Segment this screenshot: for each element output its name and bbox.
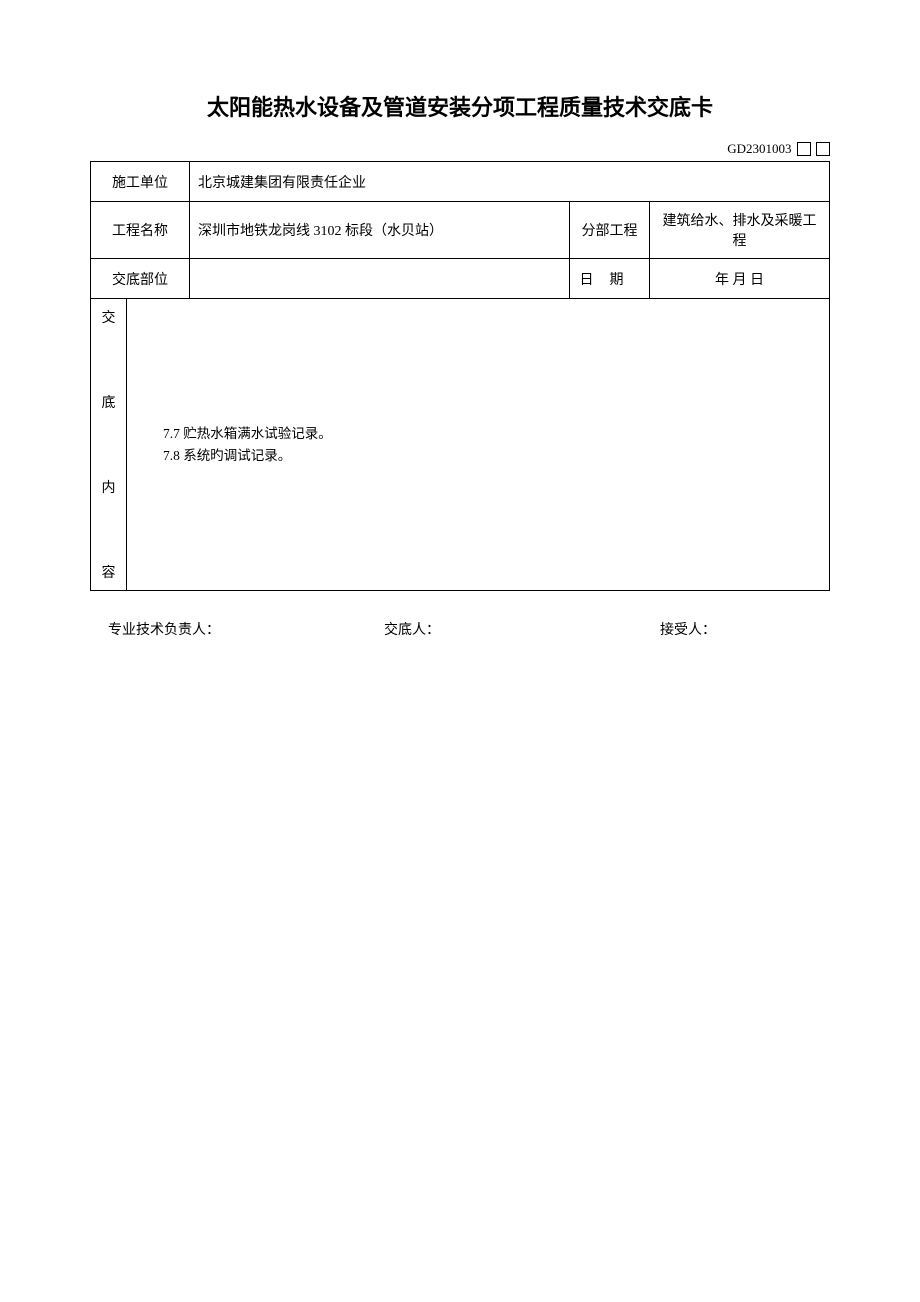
code-box-1 [797,142,811,156]
document-code-row: GD2301003 [90,140,830,157]
vertical-char-3: 内 [102,477,116,497]
signature-disclosed-by: 交底人： [274,619,550,639]
content-line-1: 7.7 贮热水箱满水试验记录。 [135,423,821,445]
row-content: 交 底 内 容 7.7 贮热水箱满水试验记录。 7.8 系统旳调试记录。 [91,299,830,591]
value-construction-unit: 北京城建集团有限责任企业 [190,162,830,202]
value-date: 年 月 日 [650,259,830,299]
code-box-2 [816,142,830,156]
vertical-char-4: 容 [102,562,116,582]
vertical-char-1: 交 [102,307,116,327]
value-project-name: 深圳市地铁龙岗线 3102 标段（水贝站） [190,202,570,259]
signature-received-by: 接受人： [550,619,826,639]
content-body: 7.7 贮热水箱满水试验记录。 7.8 系统旳调试记录。 [127,299,830,591]
signature-row: 专业技术负责人： 交底人： 接受人： [90,619,830,639]
signature-technical-lead: 专业技术负责人： [108,619,274,639]
row-location-date: 交底部位 日期 年 月 日 [91,259,830,299]
vertical-char-2: 底 [102,392,116,412]
content-line-2: 7.8 系统旳调试记录。 [135,445,821,467]
label-construction-unit: 施工单位 [91,162,190,202]
value-location [190,259,570,299]
document-title: 太阳能热水设备及管道安装分项工程质量技术交底卡 [90,90,830,122]
row-construction-unit: 施工单位 北京城建集团有限责任企业 [91,162,830,202]
label-subdivision: 分部工程 [570,202,650,259]
label-project-name: 工程名称 [91,202,190,259]
row-project-name: 工程名称 深圳市地铁龙岗线 3102 标段（水贝站） 分部工程 建筑给水、排水及… [91,202,830,259]
vertical-section-label: 交 底 内 容 [91,299,127,591]
label-date: 日期 [570,259,650,299]
main-form-table: 施工单位 北京城建集团有限责任企业 工程名称 深圳市地铁龙岗线 3102 标段（… [90,161,830,591]
label-location: 交底部位 [91,259,190,299]
value-subdivision: 建筑给水、排水及采暖工程 [650,202,830,259]
document-code: GD2301003 [727,141,791,156]
